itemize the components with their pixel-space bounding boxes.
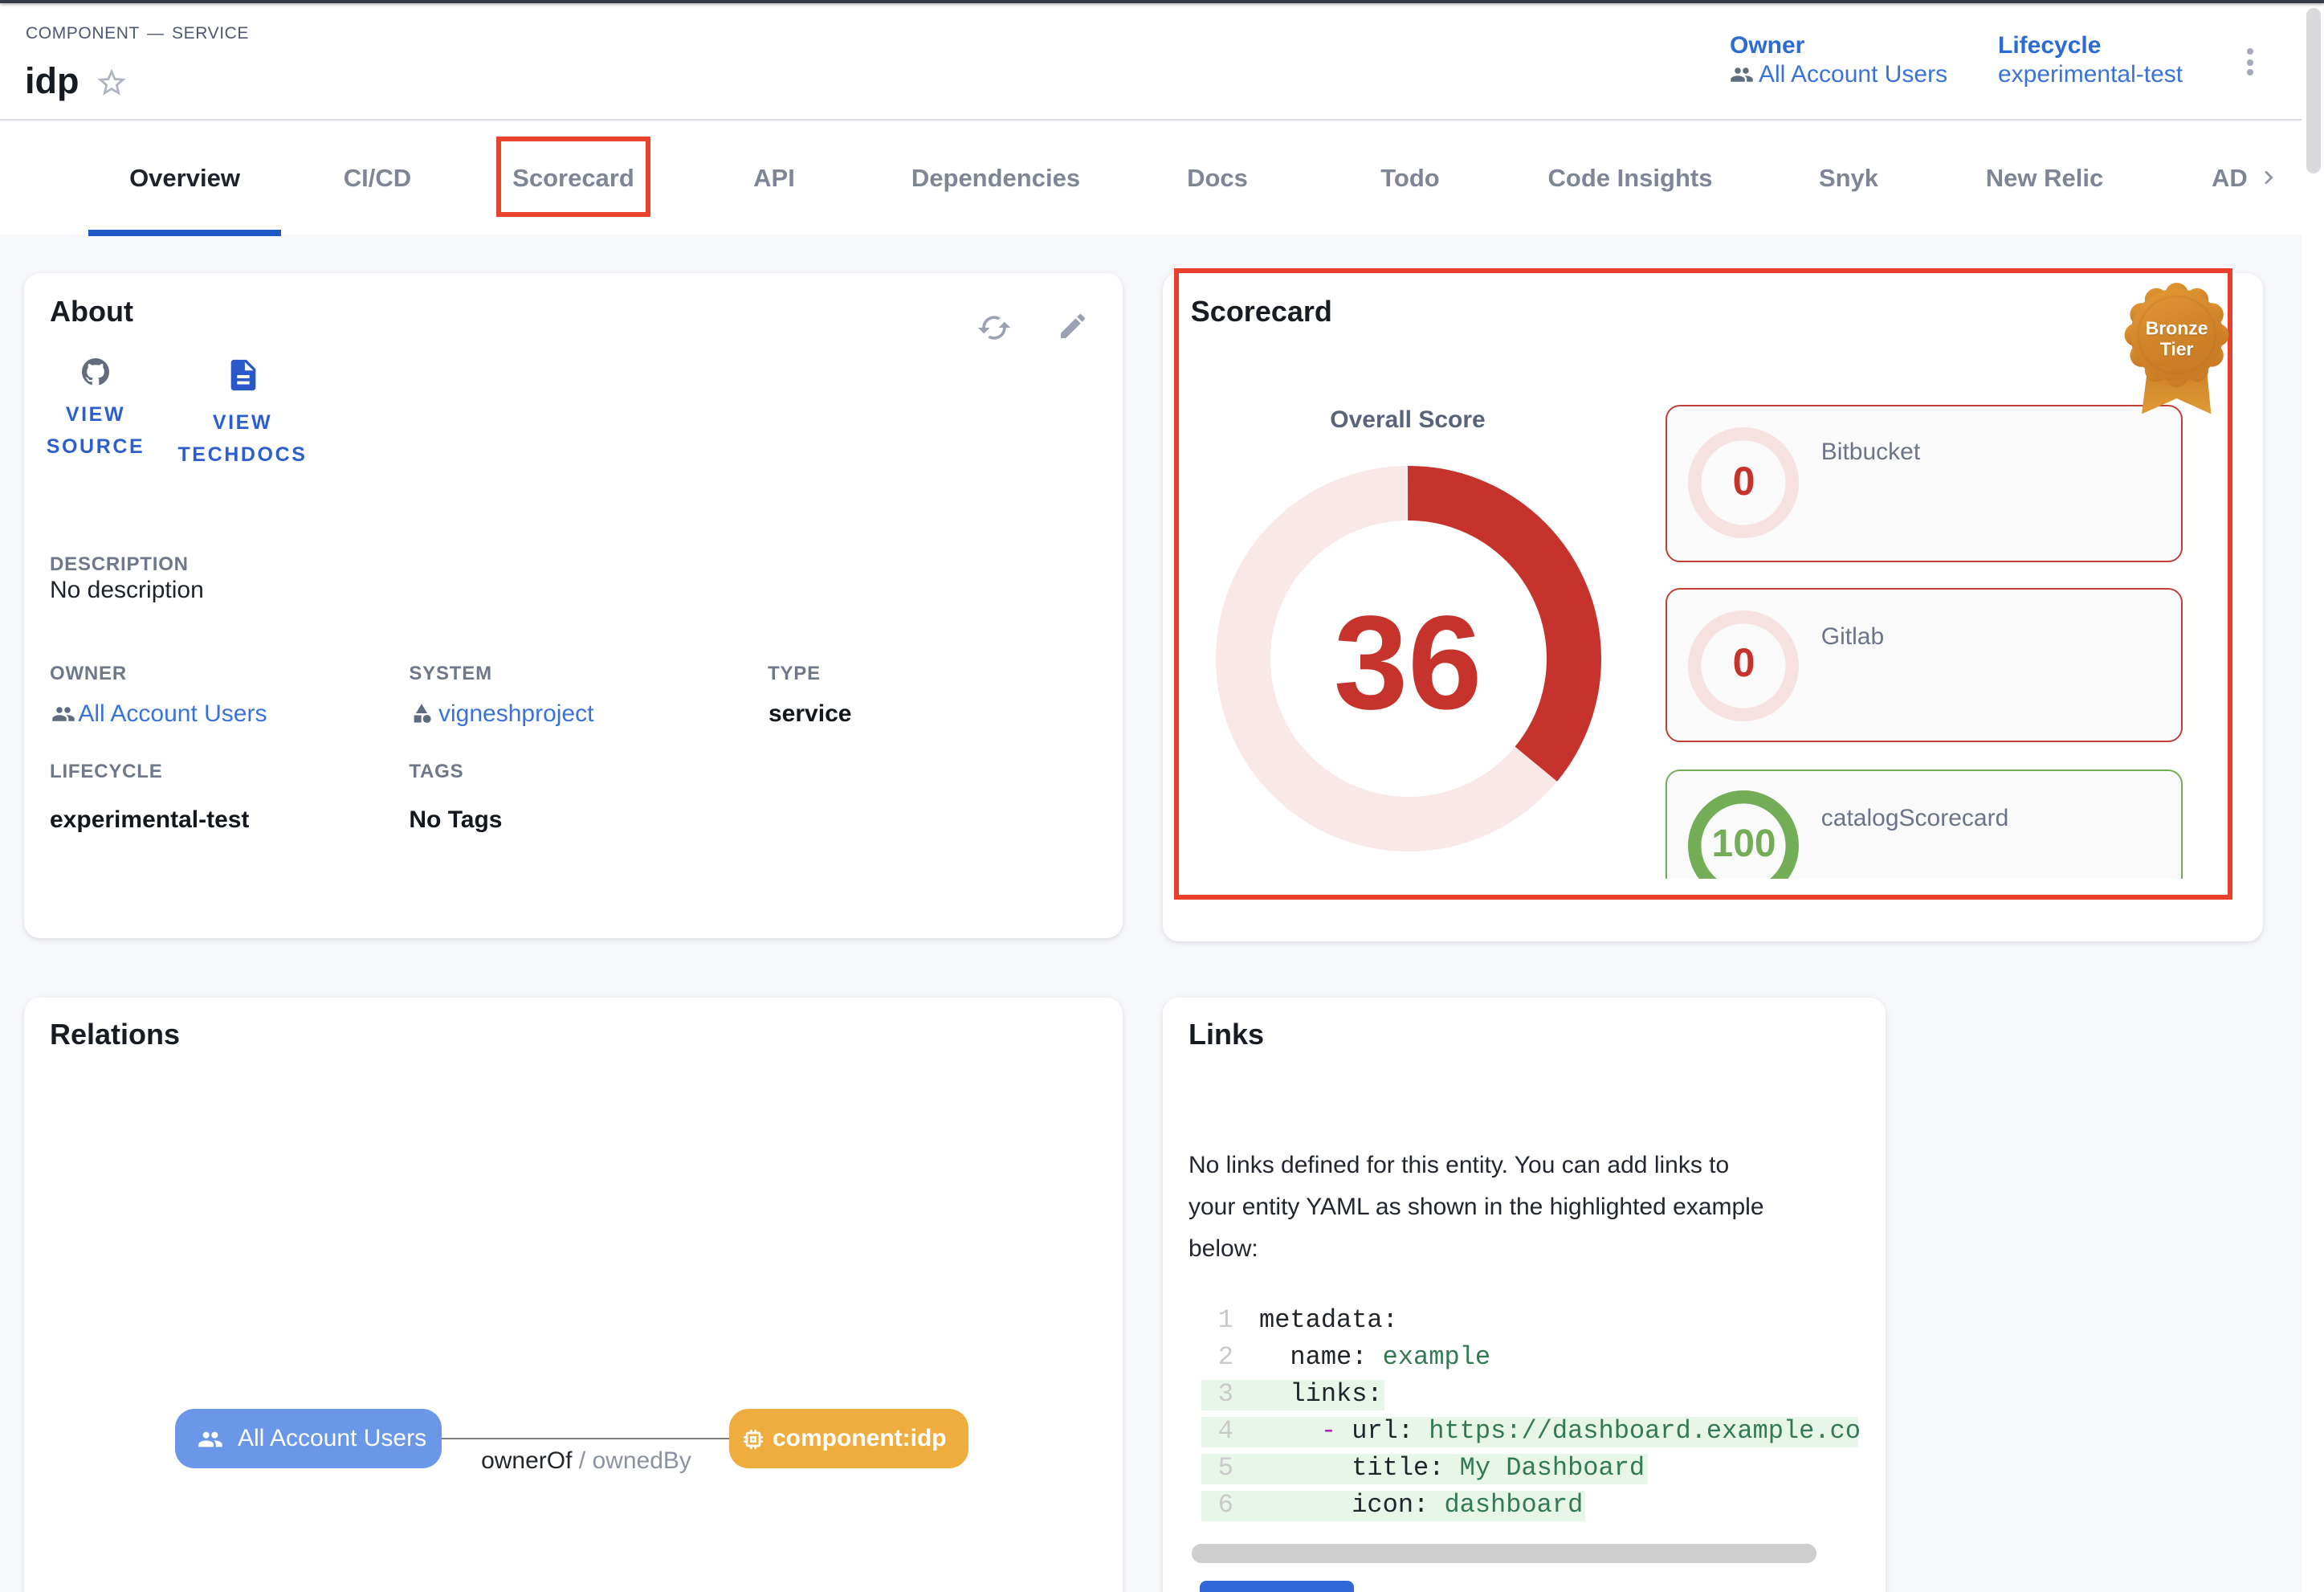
- svg-text:Bronze: Bronze: [2146, 317, 2208, 338]
- svg-text:Tier: Tier: [2160, 338, 2194, 359]
